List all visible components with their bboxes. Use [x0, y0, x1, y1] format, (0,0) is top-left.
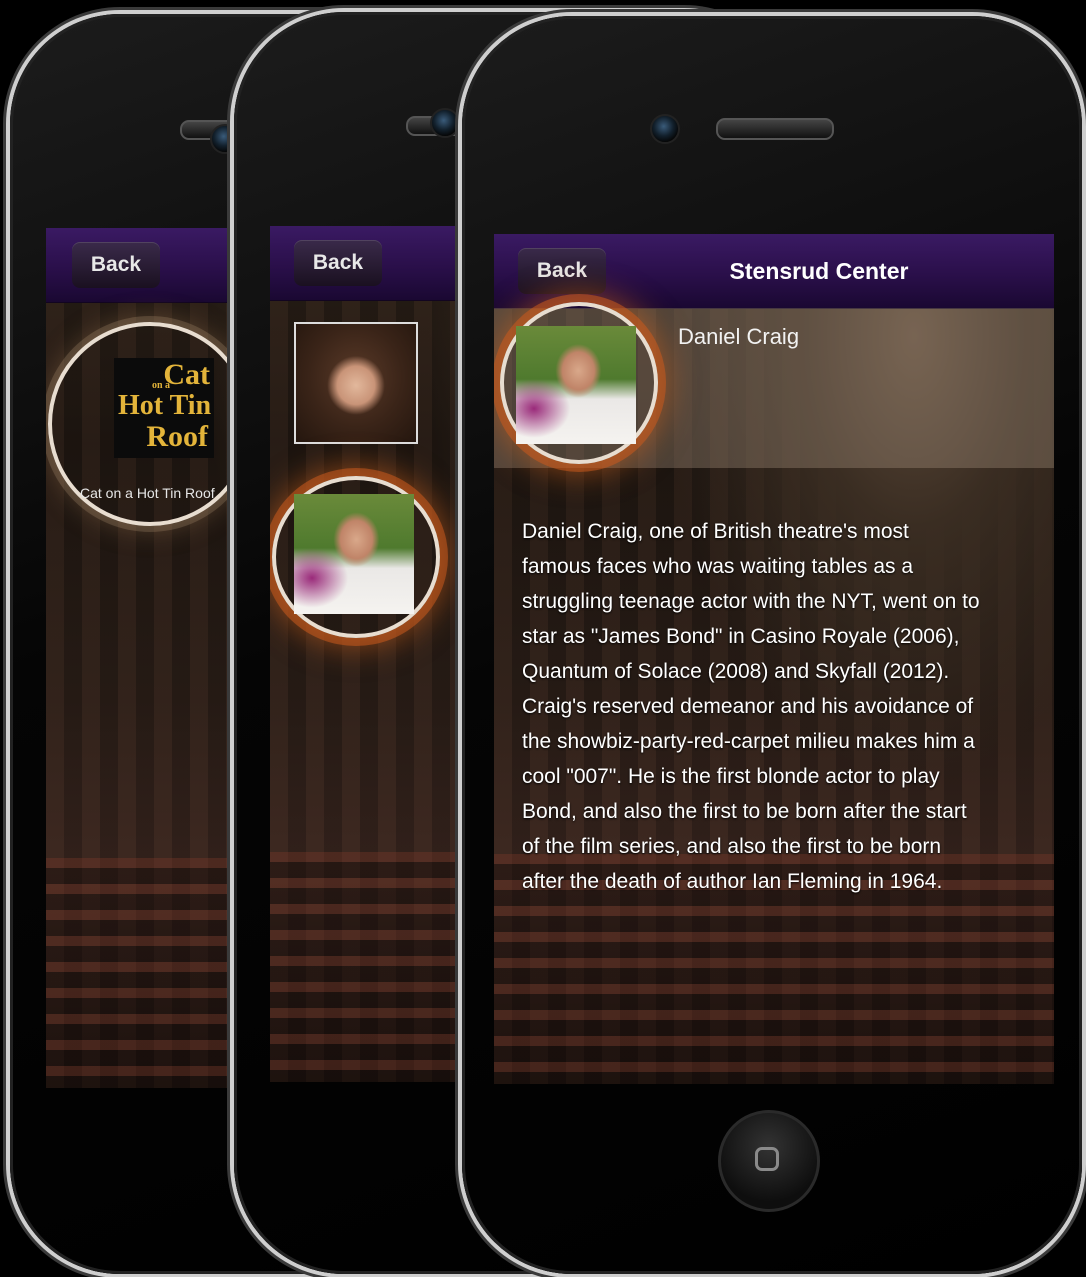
back-button[interactable]: Back	[518, 248, 606, 294]
bio-line: Craig's reserved demeanor and his avoida…	[522, 695, 974, 718]
bio-line: Daniel Craig, one of British theatre's m…	[522, 520, 909, 543]
bio-line: the showbiz-party-red-carpet milieu make…	[522, 730, 975, 753]
home-square-icon	[755, 1147, 779, 1171]
bio-line: of the film series, and also the first t…	[522, 835, 942, 858]
daniel-craig-portrait[interactable]	[294, 494, 414, 614]
speaker	[716, 118, 834, 140]
back-button[interactable]: Back	[72, 242, 160, 288]
screen-front: Back Stensrud Center Daniel Craig Daniel…	[494, 234, 1054, 1084]
bio-line: Quantum of Solace (2008) and Skyfall (20…	[522, 660, 950, 683]
bio-line: cool "007". He is the first blonde actor…	[522, 765, 940, 788]
bio-line: Bond, and also the first to be born afte…	[522, 800, 967, 823]
home-button[interactable]	[718, 1110, 820, 1212]
camera	[650, 114, 680, 144]
daniel-craig-portrait	[516, 326, 636, 444]
cat-on-a-hot-tin-roof-logo[interactable]: Cat on a Hot Tin Roof	[114, 358, 214, 458]
logo-line-roof: Roof	[146, 420, 208, 453]
logo-line-hot-tin: Hot Tin	[118, 390, 212, 421]
biography-text: Daniel Craig, one of British theatre's m…	[522, 514, 1042, 899]
navbar: Back Stensrud Center	[494, 234, 1054, 309]
logo-line-cat: Cat	[163, 358, 210, 391]
person-header: Daniel Craig	[494, 302, 1054, 468]
show-title: Cat on a Hot Tin Roof	[80, 485, 215, 501]
bio-line: star as "James Bond" in Casino Royale (2…	[522, 625, 960, 648]
camera	[430, 108, 460, 138]
phone-front: Back Stensrud Center Daniel Craig Daniel…	[462, 16, 1082, 1274]
bio-line: struggling teenage actor with the NYT, w…	[522, 590, 980, 613]
bio-line: after the death of author Ian Fleming in…	[522, 870, 943, 893]
woman-portrait[interactable]	[294, 322, 418, 444]
bio-line: famous faces who was waiting tables as a	[522, 555, 914, 578]
page-title: Stensrud Center	[729, 257, 909, 284]
back-button[interactable]: Back	[294, 240, 382, 286]
person-name: Daniel Craig	[678, 324, 800, 349]
